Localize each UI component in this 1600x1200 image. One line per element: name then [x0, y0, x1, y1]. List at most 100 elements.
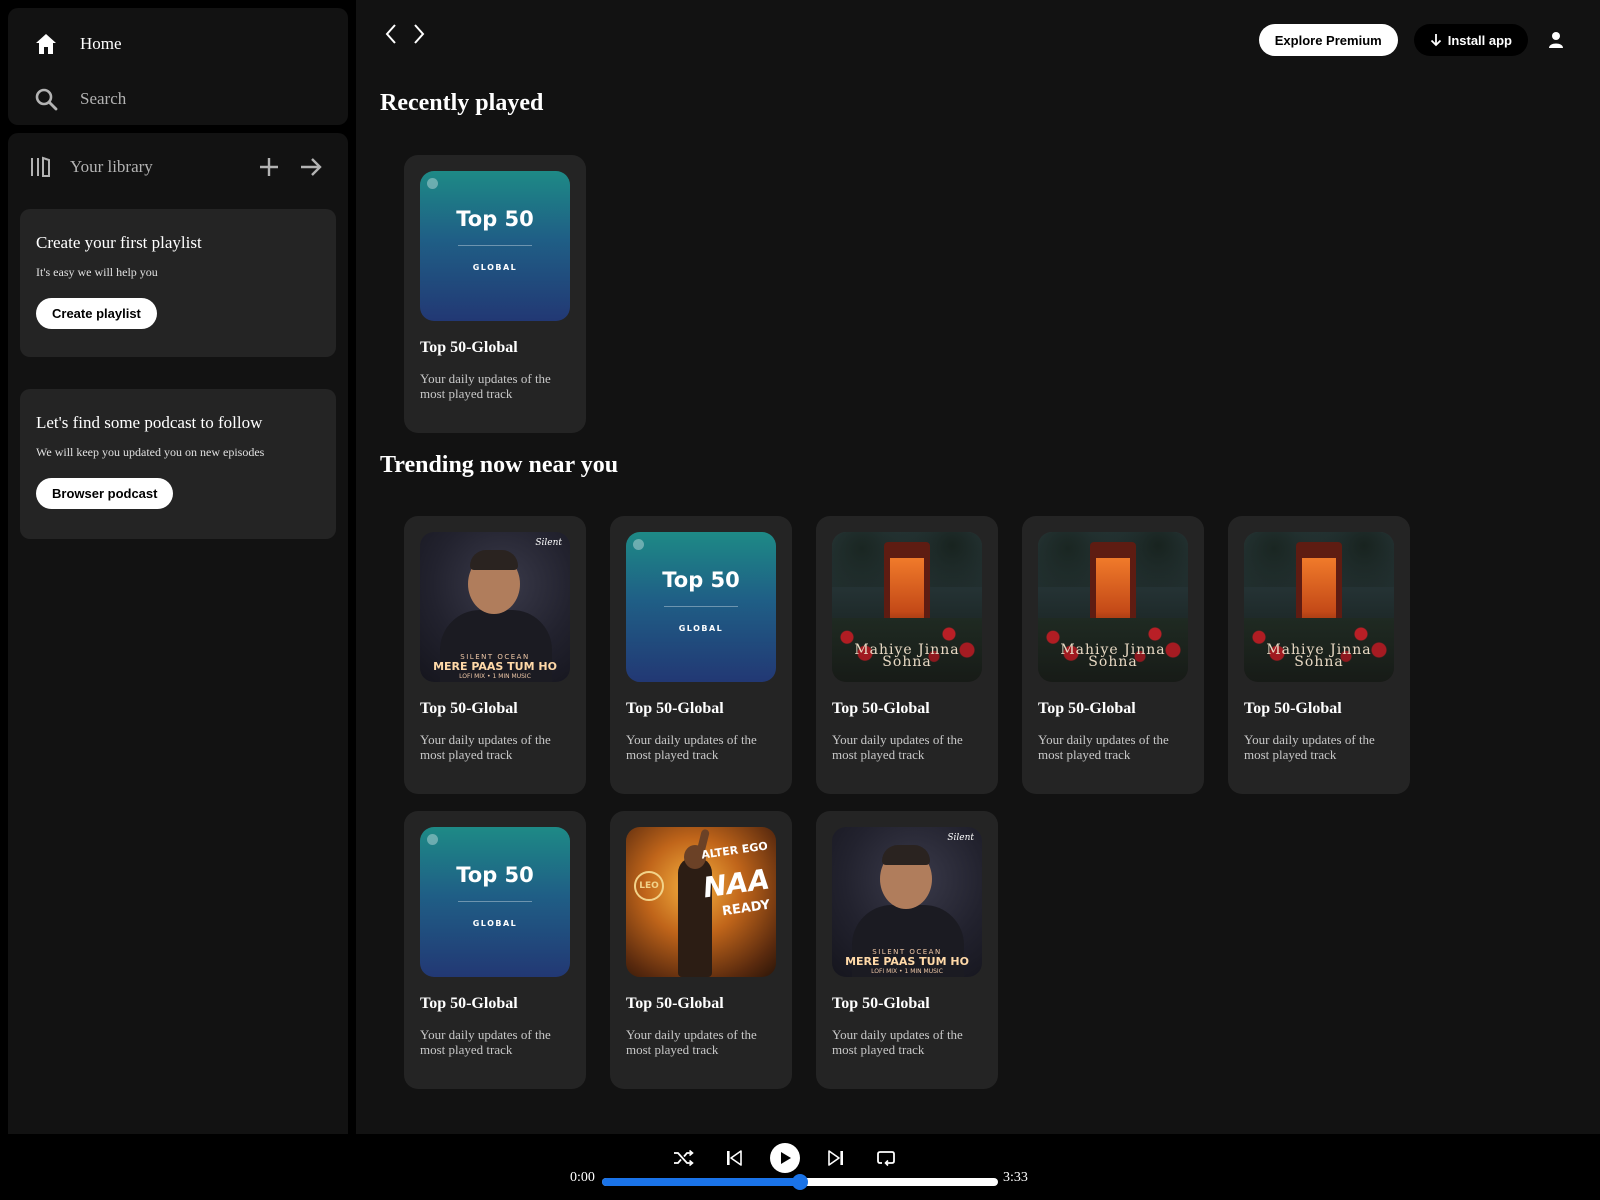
repeat-button[interactable] — [872, 1144, 900, 1172]
mere-paas-cover: Silent SILENT OCEAN MERE PAAS TUM HO LOFI M… — [832, 827, 982, 977]
browse-podcast-button[interactable]: Browser podcast — [36, 478, 174, 509]
shuffle-button[interactable] — [670, 1144, 698, 1172]
playlist-description: Your daily updates of the most played tr… — [626, 1027, 757, 1057]
cover-subtitle: ALTER EGO — [700, 839, 769, 862]
playlist-description: Your daily updates of the most played tr… — [420, 1027, 551, 1057]
back-button[interactable] — [378, 20, 404, 48]
playlist-title: Top 50-Global — [1038, 700, 1136, 717]
explore-premium-button[interactable]: Explore Premium — [1258, 24, 1398, 56]
playlist-card[interactable]: Mahiye Jinna Sohna Top 50-Global Your daily… — [1228, 516, 1410, 794]
cover-title: Top 50 — [456, 207, 534, 231]
playlist-card[interactable]: Mahiye Jinna Sohna Top 50-Global Your daily… — [816, 516, 998, 794]
playlist-cover: Mahiye Jinna Sohna — [832, 532, 982, 682]
nav-home-label: Home — [80, 34, 122, 53]
playlist-title: Top 50-Global — [832, 700, 930, 717]
arrow-right-icon — [301, 158, 322, 176]
user-icon — [1549, 32, 1563, 48]
cover-title: MERE PAAS TUM HO — [433, 660, 557, 673]
nav-home[interactable]: Home — [32, 26, 122, 62]
cover-title: NAA — [701, 862, 772, 905]
top50-cover: Top 50 GLOBAL — [420, 171, 570, 321]
install-app-button[interactable]: Install app — [1413, 24, 1528, 56]
player-bar — [0, 1134, 1600, 1200]
playlist-cover: LEO ALTER EGO NAA READY — [626, 827, 776, 977]
expand-library-button[interactable] — [294, 150, 328, 184]
mahiye-cover: Mahiye Jinna Sohna — [832, 532, 982, 682]
playlist-card[interactable]: Top 50 GLOBAL Top 50-Global Your daily upda… — [404, 811, 586, 1089]
create-playlist-button[interactable]: Create playlist — [36, 298, 157, 329]
playlist-description: Your daily updates of the most played tr… — [626, 732, 757, 762]
mahiye-cover: Mahiye Jinna Sohna — [1038, 532, 1188, 682]
create-playlist-text: It's easy we will help you — [36, 265, 158, 279]
mere-paas-cover: Silent SILENT OCEAN MERE PAAS TUM HO LOFI M… — [420, 532, 570, 682]
repeat-icon — [877, 1151, 895, 1167]
total-time: 3:33 — [1003, 1170, 1028, 1185]
add-library-button[interactable] — [252, 150, 286, 184]
download-icon — [1430, 33, 1442, 47]
playlist-description: Your daily updates of the most played tr… — [832, 732, 963, 762]
playlist-cover: Top 50 GLOBAL — [626, 532, 776, 682]
cover-title: Mahiye Jinna Sohna — [1266, 642, 1372, 670]
spotify-logo-icon — [633, 539, 644, 550]
cover-subtitle: GLOBAL — [678, 624, 724, 633]
playlist-description: Your daily updates of the most played tr… — [420, 371, 551, 401]
playlist-description: Your daily updates of the most played tr… — [1038, 732, 1169, 762]
playlist-title: Top 50-Global — [626, 995, 724, 1012]
playlist-card[interactable]: Top 50 GLOBAL Top 50-Global Your daily upda… — [404, 155, 586, 433]
playlist-title: Top 50-Global — [420, 700, 518, 717]
play-icon — [781, 1152, 791, 1164]
library-icon[interactable] — [30, 156, 52, 178]
play-button[interactable] — [770, 1143, 800, 1173]
plus-icon — [260, 158, 278, 176]
top-actions: Explore Premium Install app — [1258, 24, 1568, 56]
playlist-title: Top 50-Global — [420, 339, 518, 356]
playlist-description: Your daily updates of the most played tr… — [832, 1027, 963, 1057]
playlist-title: Top 50-Global — [1244, 700, 1342, 717]
create-playlist-card: Create your first playlist It's easy we … — [20, 209, 336, 357]
playlist-cover: Silent SILENT OCEAN MERE PAAS TUM HO LOFI M… — [420, 532, 570, 682]
playlist-card[interactable]: LEO ALTER EGO NAA READY Top 50-Global Your da… — [610, 811, 792, 1089]
progress-fill — [602, 1178, 800, 1186]
trending-title: Trending now near you — [380, 452, 619, 478]
playlist-title: Top 50-Global — [420, 995, 518, 1012]
nav-search[interactable]: Search — [32, 81, 126, 117]
leo-cover: LEO ALTER EGO NAA READY — [626, 827, 776, 977]
playlist-card[interactable]: Top 50 GLOBAL Top 50-Global Your daily upda… — [610, 516, 792, 794]
top50-cover: Top 50 GLOBAL — [626, 532, 776, 682]
cover-subtitle: GLOBAL — [472, 919, 518, 928]
playlist-card[interactable]: Silent SILENT OCEAN MERE PAAS TUM HO LOFI M… — [816, 811, 998, 1089]
podcast-text: We will keep you updated you on new epis… — [36, 445, 265, 459]
shuffle-icon — [674, 1149, 694, 1167]
chevron-right-icon — [414, 24, 425, 44]
podcast-title: Let's find some podcast to follow — [36, 413, 263, 432]
install-app-label: Install app — [1447, 32, 1512, 48]
cover-subtitle: LOFI MIX • 1 MIN MUSIC — [459, 673, 531, 680]
playlist-card[interactable]: Silent SILENT OCEAN MERE PAAS TUM HO LOFI M… — [404, 516, 586, 794]
playlist-title: Top 50-Global — [626, 700, 724, 717]
forward-button[interactable] — [406, 20, 432, 48]
progress-bar[interactable] — [602, 1174, 998, 1190]
playlist-cover: Mahiye Jinna Sohna — [1038, 532, 1188, 682]
spotify-logo-icon — [427, 178, 438, 189]
next-button[interactable] — [822, 1144, 850, 1172]
cover-subtitle: LOFI MIX • 1 MIN MUSIC — [871, 968, 943, 975]
user-button[interactable] — [1544, 28, 1568, 52]
previous-icon — [727, 1150, 742, 1166]
playlist-card[interactable]: Mahiye Jinna Sohna Top 50-Global Your daily… — [1022, 516, 1204, 794]
playlist-title: Top 50-Global — [832, 995, 930, 1012]
player-controls — [670, 1142, 900, 1174]
cover-signature: Silent — [947, 833, 974, 843]
cover-title: MERE PAAS TUM HO — [845, 955, 969, 968]
cover-signature: Silent — [535, 538, 562, 548]
top50-cover: Top 50 GLOBAL — [420, 827, 570, 977]
playlist-cover: Top 50 GLOBAL — [420, 827, 570, 977]
cover-title: Top 50 — [456, 863, 534, 887]
library-title[interactable]: Your library — [70, 157, 153, 177]
playlist-cover: Mahiye Jinna Sohna — [1244, 532, 1394, 682]
nav-panel: Home Search — [8, 8, 348, 125]
previous-button[interactable] — [720, 1144, 748, 1172]
library-panel: Your library Create your first playlist … — [8, 133, 348, 1134]
progress-handle[interactable] — [792, 1174, 808, 1190]
sidebar: Home Search Your library Create your fir… — [0, 0, 356, 1134]
library-header: Your library — [30, 149, 328, 185]
